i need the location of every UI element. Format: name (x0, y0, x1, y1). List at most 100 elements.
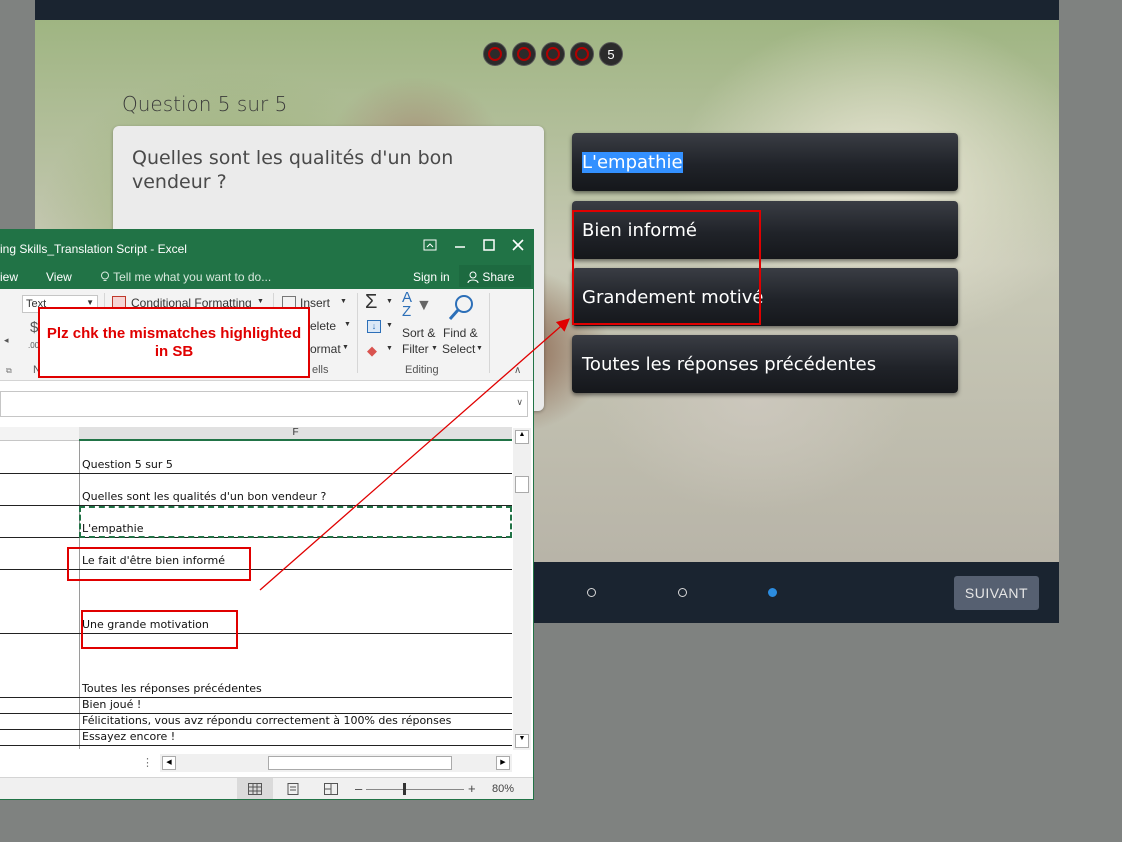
question-text: Quelles sont les qualités d'un bon vende… (132, 147, 454, 193)
question-counter: Question 5 sur 5 (122, 92, 288, 116)
chevron-down-icon: ▼ (386, 298, 393, 305)
autosum-icon[interactable]: Σ (365, 291, 377, 314)
chevron-down-icon: ▼ (344, 321, 351, 328)
tell-me-search[interactable]: Tell me what you want to do... (100, 270, 271, 284)
sort-filter-label-2[interactable]: Filter (402, 342, 429, 356)
delete-button[interactable]: elete (310, 319, 336, 333)
column-headers: F (0, 427, 512, 441)
zoom-slider[interactable] (366, 789, 464, 790)
cell-text: L'empathie (82, 522, 144, 535)
worksheet-grid[interactable]: F Question 5 sur 5 Quelles sont les qual… (0, 427, 512, 749)
slide-nav-dot-2[interactable] (678, 588, 687, 597)
cell-text: Essayez encore ! (82, 730, 176, 743)
chevron-down-icon: ▼ (431, 345, 438, 352)
chevron-down-icon: ▼ (340, 298, 347, 305)
scroll-thumb[interactable] (515, 476, 529, 493)
zoom-level[interactable]: 80% (492, 783, 514, 795)
chevron-down-icon: ▼ (342, 344, 349, 351)
slide-nav-dot-1[interactable] (587, 588, 596, 597)
ribbon-display-options-icon[interactable] (420, 235, 440, 255)
funnel-icon: ▼ (416, 297, 432, 314)
cell-text: Félicitations, vous avz répondu correcte… (82, 714, 452, 727)
tab-review[interactable]: iew (0, 270, 18, 284)
progress-dot-3 (541, 42, 565, 66)
find-select-label-2[interactable]: Select (442, 342, 475, 356)
maximize-icon[interactable] (479, 235, 499, 255)
scroll-up-icon[interactable]: ▲ (515, 430, 529, 444)
tell-me-text: Tell me what you want to do... (113, 270, 272, 284)
lightbulb-icon (101, 271, 109, 281)
answer-label-1: L'empathie (582, 151, 683, 173)
dialog-launcher-icon[interactable]: ⧉ (6, 366, 12, 376)
answer-option-1[interactable]: L'empathie (572, 133, 958, 191)
cells-group-label: ells (312, 364, 329, 376)
scroll-left-icon[interactable]: ◀ (162, 756, 176, 770)
progress-dot-current: 5 (599, 42, 623, 66)
fill-icon[interactable]: ↓ (367, 320, 381, 333)
cell-text: Toutes les réponses précédentes (82, 682, 262, 695)
excel-menu-bar: iew View Tell me what you want to do... … (0, 263, 533, 289)
page-break-icon[interactable] (324, 783, 338, 795)
close-icon[interactable] (508, 235, 528, 255)
normal-view-button[interactable] (237, 778, 273, 799)
table-row[interactable]: Félicitations, vous avz répondu correcte… (0, 714, 512, 730)
find-select-label-1[interactable]: Find & (443, 326, 478, 340)
format-button[interactable]: ormat (310, 342, 341, 356)
zoom-out-icon[interactable]: – (355, 781, 362, 796)
window-title: ing Skills_Translation Script - Excel (0, 242, 187, 256)
column-header-f[interactable]: F (79, 427, 512, 441)
mismatch-highlight-cell-1 (67, 547, 251, 581)
answer-label-4: Toutes les réponses précédentes (582, 353, 877, 375)
scroll-down-icon[interactable]: ▼ (515, 734, 529, 748)
share-button[interactable]: Share (459, 265, 531, 287)
eraser-icon[interactable]: ◆ (367, 343, 377, 359)
horizontal-scrollbar[interactable]: ◀ ▶ (160, 754, 512, 772)
minimize-icon[interactable] (450, 235, 470, 255)
editing-group-label: Editing (405, 364, 439, 376)
scroll-right-icon[interactable]: ▶ (496, 756, 510, 770)
cell-text: Quelles sont les qualités d'un bon vende… (82, 490, 327, 503)
status-bar: – + 80% (0, 777, 533, 799)
grid-icon (248, 783, 262, 795)
formula-bar[interactable]: ∨ (0, 391, 528, 417)
magnifier-icon (448, 295, 473, 320)
sign-in-link[interactable]: Sign in (413, 270, 450, 284)
review-callout: Plz chk the mismatches highlighted in SB (38, 307, 310, 378)
progress-dot-1 (483, 42, 507, 66)
scroll-thumb[interactable] (268, 756, 452, 770)
cell-text: Bien joué ! (82, 698, 142, 711)
table-row[interactable]: Essayez encore ! (0, 730, 512, 746)
answer-option-4[interactable]: Toutes les réponses précédentes (572, 335, 958, 393)
expand-formula-icon[interactable]: ∨ (516, 397, 523, 408)
page-layout-icon[interactable] (286, 783, 300, 795)
vertical-scrollbar[interactable]: ▲ ▼ (513, 428, 531, 750)
sort-filter-label-1[interactable]: Sort & (402, 326, 435, 340)
cell-text: Question 5 sur 5 (82, 458, 173, 471)
tab-view[interactable]: View (46, 270, 72, 284)
chevron-left-icon: ◂ (4, 335, 9, 345)
table-row[interactable]: Bien joué ! (0, 698, 512, 714)
zoom-in-icon[interactable]: + (468, 781, 476, 796)
mismatch-highlight-cell-2 (81, 610, 238, 649)
player-top-bar (35, 0, 1059, 20)
collapse-ribbon-icon[interactable]: ∧ (514, 365, 521, 376)
chevron-down-icon: ▼ (386, 322, 393, 329)
share-label: Share (482, 270, 515, 284)
table-row[interactable]: Toutes les réponses précédentes (0, 634, 512, 698)
table-row-selected[interactable]: L'empathie (0, 506, 512, 538)
excel-title-bar: ing Skills_Translation Script - Excel (0, 229, 533, 263)
zoom-slider-thumb[interactable] (403, 783, 406, 795)
chevron-down-icon: ▼ (86, 298, 94, 307)
chevron-down-icon: ▼ (257, 298, 264, 305)
next-button[interactable]: SUIVANT (954, 576, 1039, 610)
progress-dot-4 (570, 42, 594, 66)
progress-dot-2 (512, 42, 536, 66)
mismatch-highlight-player (572, 210, 761, 325)
table-row[interactable]: Question 5 sur 5 (0, 441, 512, 474)
slide-nav-dot-3[interactable] (768, 588, 777, 597)
question-progress: 5 (483, 42, 623, 66)
chevron-down-icon: ▼ (476, 345, 483, 352)
table-row[interactable]: Quelles sont les qualités d'un bon vende… (0, 474, 512, 506)
chevron-down-icon: ▼ (386, 345, 393, 352)
split-handle-icon[interactable]: ⋮ (142, 756, 153, 769)
